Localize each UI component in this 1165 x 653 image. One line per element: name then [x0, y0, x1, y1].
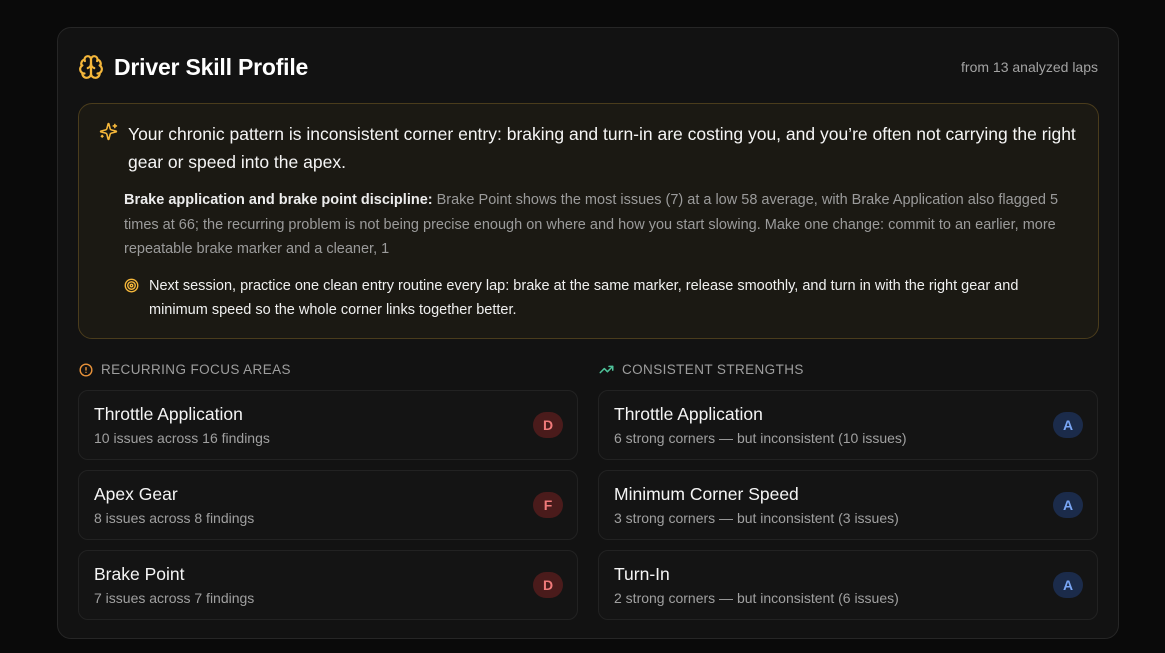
card-header: Driver Skill Profile from 13 analyzed la… [78, 52, 1098, 82]
strength-item[interactable]: Minimum Corner Speed 3 strong corners — … [598, 470, 1098, 540]
page-title: Driver Skill Profile [114, 53, 309, 80]
driver-skill-profile-card: Driver Skill Profile from 13 analyzed la… [57, 27, 1119, 639]
header-title-group: Driver Skill Profile [78, 54, 308, 81]
focus-item-desc: 7 issues across 7 findings [94, 590, 255, 606]
strength-item[interactable]: Turn-In 2 strong corners — but inconsist… [598, 550, 1098, 620]
next-session-tip: Next session, practice one clean entry r… [124, 274, 1054, 322]
focus-item[interactable]: Brake Point 7 issues across 7 findings D [78, 550, 578, 620]
strength-item-desc: 2 strong corners — but inconsistent (6 i… [614, 590, 899, 606]
focus-item[interactable]: Apex Gear 8 issues across 8 findings F [78, 470, 578, 540]
next-session-text: Next session, practice one clean entry r… [149, 278, 1019, 318]
insight-headline-row: Your chronic pattern is inconsistent cor… [99, 120, 1080, 176]
brain-icon [78, 54, 104, 80]
focus-areas-label: RECURRING FOCUS AREAS [101, 362, 291, 377]
focus-item-desc: 10 issues across 16 findings [94, 430, 270, 446]
trending-up-icon [599, 362, 614, 377]
focus-item-desc: 8 issues across 8 findings [94, 510, 255, 526]
sparkles-icon [99, 122, 118, 176]
laps-analyzed-count: from 13 analyzed laps [961, 59, 1098, 75]
insight-detail: Brake application and brake point discip… [124, 188, 1068, 262]
insight-detail-label: Brake application and brake point discip… [124, 192, 433, 208]
focus-areas-heading: RECURRING FOCUS AREAS [79, 362, 291, 377]
strength-item[interactable]: Throttle Application 6 strong corners — … [598, 390, 1098, 460]
alert-circle-icon [79, 362, 93, 377]
focus-item[interactable]: Throttle Application 10 issues across 16… [78, 390, 578, 460]
grade-badge: A [1053, 492, 1083, 518]
strength-item-desc: 3 strong corners — but inconsistent (3 i… [614, 510, 899, 526]
grade-badge: D [533, 412, 563, 438]
strength-item-name: Turn-In [614, 564, 670, 584]
grade-badge: D [533, 572, 563, 598]
chronic-pattern-insight: Your chronic pattern is inconsistent cor… [78, 103, 1099, 339]
focus-item-name: Throttle Application [94, 404, 243, 424]
focus-item-name: Apex Gear [94, 484, 178, 504]
grade-badge: F [533, 492, 563, 518]
focus-item-name: Brake Point [94, 564, 185, 584]
target-icon [124, 278, 139, 322]
grade-badge: A [1053, 412, 1083, 438]
grade-badge: A [1053, 572, 1083, 598]
insight-headline: Your chronic pattern is inconsistent cor… [128, 124, 1076, 172]
strength-item-name: Minimum Corner Speed [614, 484, 799, 504]
strength-item-desc: 6 strong corners — but inconsistent (10 … [614, 430, 907, 446]
strengths-label: CONSISTENT STRENGTHS [622, 362, 804, 377]
strength-item-name: Throttle Application [614, 404, 763, 424]
strengths-heading: CONSISTENT STRENGTHS [599, 362, 804, 377]
